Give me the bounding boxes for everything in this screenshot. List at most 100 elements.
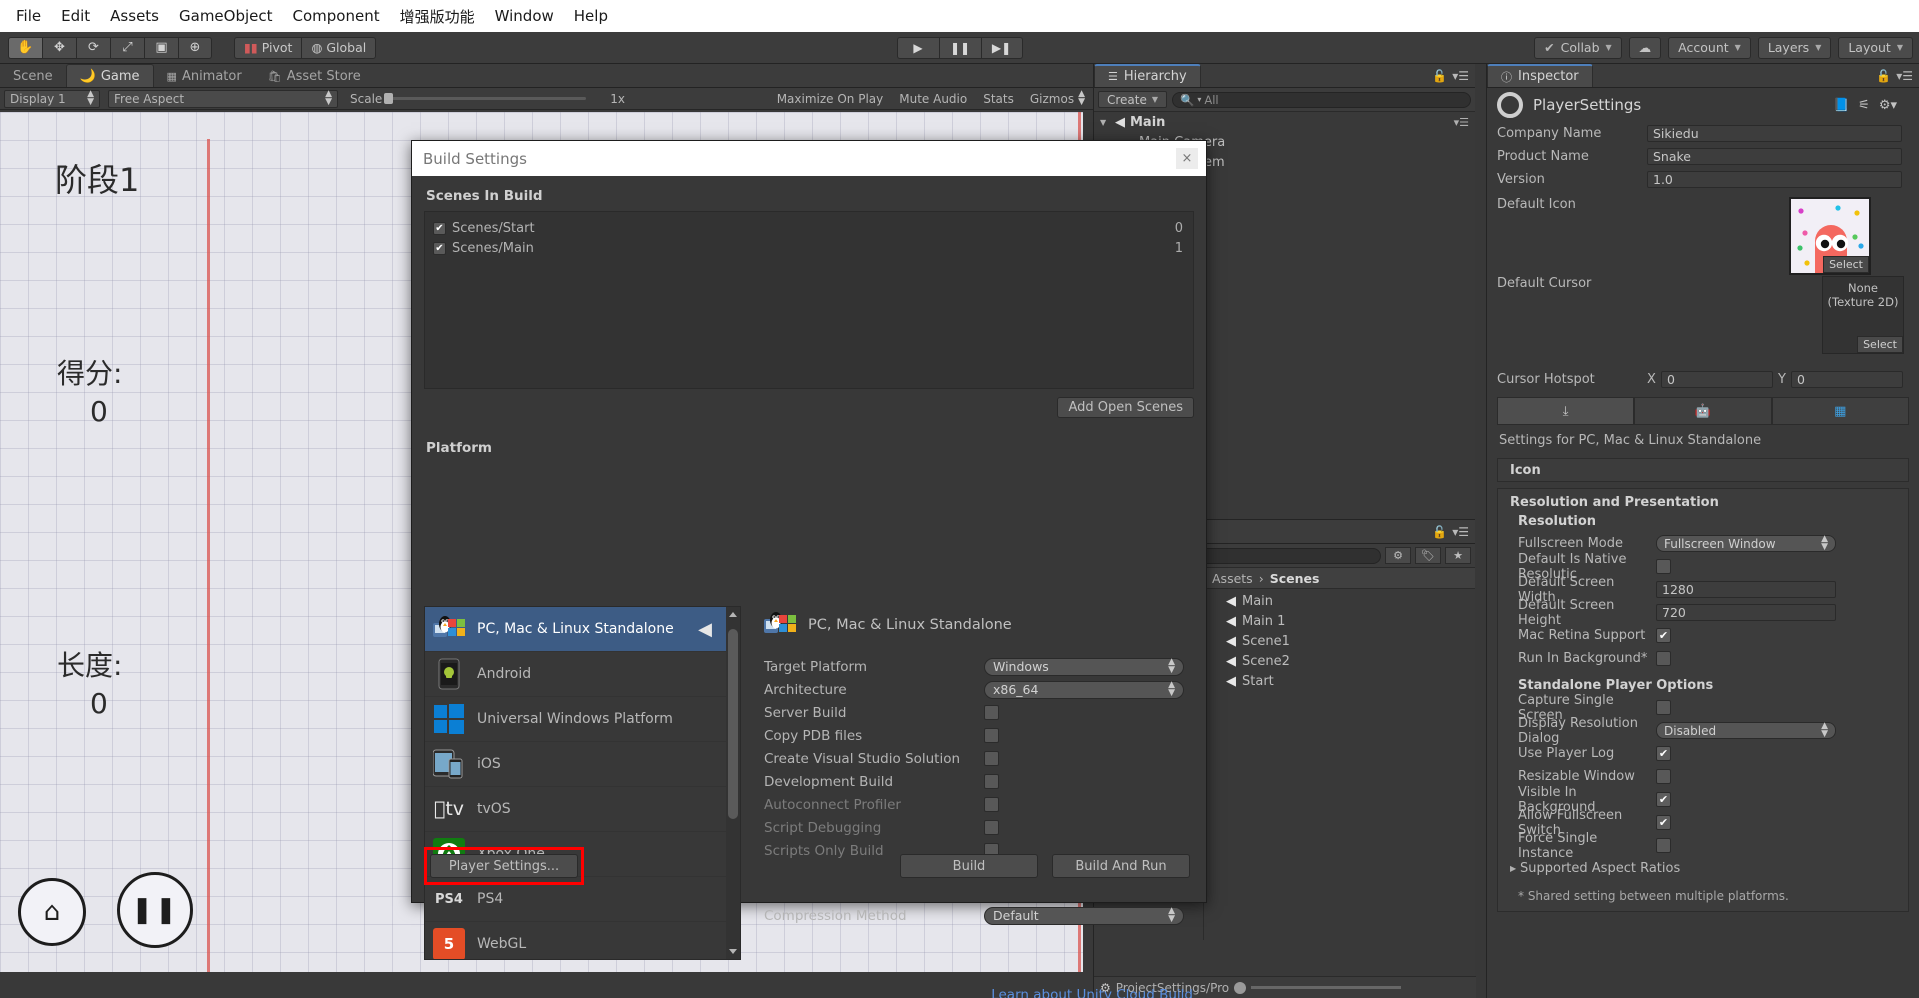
company-name-field[interactable]: Sikiedu: [1647, 125, 1902, 142]
default-cursor-select-button[interactable]: Select: [1857, 336, 1903, 353]
game-pause-button[interactable]: ❚❚: [117, 872, 193, 948]
stats-button[interactable]: Stats: [975, 92, 1022, 106]
scene-row[interactable]: ✔ Scenes/Main 1: [433, 238, 1193, 258]
platform-row-ios[interactable]: iOS: [425, 742, 740, 787]
gizmos-button[interactable]: Gizmos ▲ ▼: [1022, 90, 1093, 106]
compression-method-dropdown[interactable]: Default ▲ ▼: [984, 906, 1184, 925]
pause-button[interactable]: ❚❚: [938, 36, 981, 59]
scale-slider-knob[interactable]: [384, 93, 394, 104]
global-button[interactable]: ◍ Global: [301, 36, 377, 59]
version-field[interactable]: 1.0: [1647, 171, 1902, 188]
step-button[interactable]: ▶❚: [980, 36, 1023, 59]
development-build-checkbox[interactable]: [984, 774, 999, 789]
mute-audio-button[interactable]: Mute Audio: [891, 92, 975, 106]
preset-icon[interactable]: ⚟: [1858, 98, 1870, 113]
display-resolution-dialog-dropdown[interactable]: Disabled ▲ ▼: [1656, 722, 1836, 739]
platform-row-uwp[interactable]: Universal Windows Platform: [425, 697, 740, 742]
menu-item-component[interactable]: Component: [283, 5, 390, 27]
create-button[interactable]: Create ▼: [1098, 91, 1168, 108]
pivot-button[interactable]: ▮▮ Pivot: [234, 36, 302, 59]
menu-item-help[interactable]: Help: [564, 5, 618, 27]
menu-item-edit[interactable]: Edit: [51, 5, 100, 27]
scenes-in-build-list[interactable]: ✔ Scenes/Start 0 ✔ Scenes/Main 1: [424, 211, 1194, 389]
asset-item[interactable]: ◀ Scene2: [1226, 651, 1475, 671]
help-icon[interactable]: 📘: [1833, 98, 1849, 113]
status-slider[interactable]: [1251, 986, 1402, 989]
asset-item[interactable]: ◀ Main 1: [1226, 611, 1475, 631]
create-vs-solution-checkbox[interactable]: [984, 751, 999, 766]
scene-checkbox[interactable]: ✔: [433, 221, 446, 235]
build-button[interactable]: Build: [900, 854, 1038, 878]
product-name-field[interactable]: Snake: [1647, 148, 1902, 165]
hierarchy-item-main[interactable]: ▼ ◀ Main ▾☰: [1094, 112, 1475, 132]
platform-row-android[interactable]: Android: [425, 652, 740, 697]
tab-standalone-platform[interactable]: ⤓: [1497, 397, 1635, 425]
favorites-star-icon[interactable]: ★: [1445, 547, 1471, 564]
capture-single-screen-checkbox[interactable]: [1656, 700, 1671, 715]
screen-width-field[interactable]: 1280: [1656, 581, 1836, 598]
scale-slider[interactable]: [384, 93, 587, 104]
tab-scene[interactable]: Scene: [0, 64, 66, 87]
run-in-background-checkbox[interactable]: [1656, 651, 1671, 666]
tab-windows-platform[interactable]: ▦: [1771, 397, 1909, 425]
asset-item[interactable]: ◀ Scene1: [1226, 631, 1475, 651]
tab-asset-store[interactable]: 🛍 Asset Store: [255, 64, 374, 87]
cursor-hotspot-x-field[interactable]: 0: [1661, 371, 1773, 388]
close-icon[interactable]: ×: [1176, 148, 1198, 169]
menu-item-window[interactable]: Window: [485, 5, 564, 27]
cloud-button[interactable]: ☁: [1628, 36, 1662, 59]
architecture-dropdown[interactable]: x86_64 ▲ ▼: [984, 680, 1184, 699]
screen-height-field[interactable]: 720: [1656, 604, 1836, 621]
tab-game[interactable]: 🌙 Game: [65, 64, 154, 87]
scale-control[interactable]: Scale 1x: [342, 92, 633, 106]
default-icon-preview[interactable]: Select: [1789, 197, 1871, 275]
chevron-down-icon[interactable]: ▼: [1100, 118, 1110, 127]
platform-row-webgl[interactable]: 5 WebGL: [425, 922, 740, 959]
move-tool-icon[interactable]: ✥: [42, 36, 76, 59]
platform-list[interactable]: PC, Mac & Linux Standalone ◀ Android Uni…: [424, 606, 741, 960]
fullscreen-mode-dropdown[interactable]: Fullscreen Window ▲ ▼: [1656, 535, 1836, 552]
layout-button[interactable]: Layout ▼: [1838, 36, 1913, 59]
filter-type-icon[interactable]: ⚙: [1385, 547, 1411, 564]
platform-row-tvos[interactable]: tv tvOS: [425, 787, 740, 832]
platform-list-scroll-thumb[interactable]: [728, 629, 738, 819]
play-button[interactable]: ▶: [896, 36, 939, 59]
scene-menu-icon[interactable]: ▾☰: [1454, 116, 1469, 129]
native-resolution-checkbox[interactable]: [1656, 559, 1671, 574]
aspect-dropdown[interactable]: Free Aspect ▲ ▼: [108, 89, 338, 108]
tab-android-platform[interactable]: 🤖: [1634, 397, 1772, 425]
collab-button[interactable]: ✔ Collab ▼: [1534, 36, 1622, 59]
game-home-button[interactable]: ⌂: [18, 878, 86, 946]
panel-menu-icon[interactable]: ▾☰: [1896, 69, 1913, 83]
scroll-up-arrow-icon[interactable]: [729, 612, 737, 617]
platform-row-pc-mac-linux[interactable]: PC, Mac & Linux Standalone ◀: [425, 607, 740, 652]
mac-retina-checkbox[interactable]: ✔: [1656, 628, 1671, 643]
menu-item-enhanced[interactable]: 增强版功能: [390, 4, 485, 29]
menu-item-file[interactable]: File: [6, 5, 51, 27]
copy-pdb-files-checkbox[interactable]: [984, 728, 999, 743]
transform-tool-icon[interactable]: ⊕: [178, 36, 212, 59]
icon-section-header[interactable]: Icon: [1497, 458, 1909, 482]
layers-button[interactable]: Layers ▼: [1757, 36, 1832, 59]
tab-hierarchy[interactable]: ☰ Hierarchy: [1094, 64, 1201, 87]
target-platform-dropdown[interactable]: Windows ▲ ▼: [984, 657, 1184, 676]
force-single-instance-checkbox[interactable]: [1656, 838, 1671, 853]
panel-menu-icon[interactable]: ▾☰: [1452, 525, 1469, 539]
default-icon-select-button[interactable]: Select: [1823, 256, 1869, 273]
cursor-hotspot-y-field[interactable]: 0: [1791, 371, 1903, 388]
tab-animator[interactable]: ▦ Animator: [154, 64, 255, 87]
visible-in-background-checkbox[interactable]: ✔: [1656, 792, 1671, 807]
resizable-window-checkbox[interactable]: [1656, 769, 1671, 784]
chevron-right-icon[interactable]: ▶: [1510, 864, 1520, 873]
rotate-tool-icon[interactable]: ⟳: [76, 36, 110, 59]
scene-checkbox[interactable]: ✔: [433, 241, 446, 255]
build-and-run-button[interactable]: Build And Run: [1052, 854, 1190, 878]
maximize-on-play-button[interactable]: Maximize On Play: [769, 92, 892, 106]
menu-item-gameobject[interactable]: GameObject: [169, 5, 283, 27]
asset-item[interactable]: ◀ Main: [1226, 591, 1475, 611]
hierarchy-search-input[interactable]: 🔍 ▾ All: [1172, 91, 1471, 108]
settings-gear-icon[interactable]: ⚙▾: [1879, 98, 1897, 113]
allow-fullscreen-switch-checkbox[interactable]: ✔: [1656, 815, 1671, 830]
lock-icon[interactable]: 🔓: [1432, 69, 1447, 83]
filter-label-icon[interactable]: 🏷: [1415, 547, 1441, 564]
